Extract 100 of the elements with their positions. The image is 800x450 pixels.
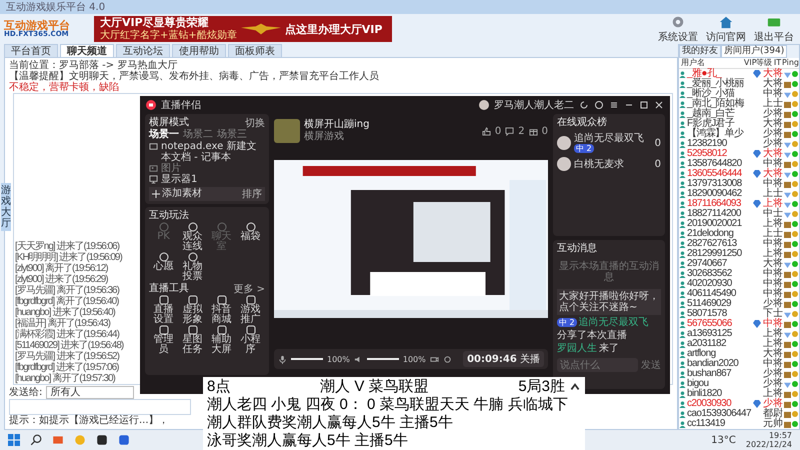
user-name[interactable]: 28129991250: [687, 249, 752, 259]
recipient-dropdown[interactable]: 所有人: [46, 386, 134, 398]
user-name[interactable]: 【鸿霖】单少: [687, 129, 752, 139]
tool-button[interactable]: 直播设置: [149, 295, 178, 325]
circle-outline-icon: [158, 252, 168, 262]
user-name[interactable]: cao1539306447: [687, 409, 752, 419]
tool-button[interactable]: 星图任务: [178, 325, 207, 355]
settings-icon[interactable]: [442, 354, 452, 364]
user-name[interactable]: bigou: [687, 379, 752, 389]
user-name[interactable]: _爱丽_小桃丽: [687, 79, 752, 89]
message-input[interactable]: [9, 399, 191, 415]
user-name[interactable]: binli1820: [687, 389, 752, 399]
scene-tab[interactable]: 场景三: [217, 129, 247, 141]
user-name[interactable]: 2827627613: [687, 239, 752, 249]
microphone-icon[interactable]: [278, 354, 287, 364]
user-name[interactable]: _南北_陌如梅: [687, 99, 752, 109]
user-name[interactable]: F影虎J君子: [687, 119, 752, 129]
toolbar-button[interactable]: 访问官网: [704, 14, 748, 44]
viewer-name[interactable]: 白桃无麦求: [574, 158, 624, 170]
nav-tab[interactable]: 平台首页: [4, 44, 58, 57]
user-name[interactable]: cc113419: [687, 419, 752, 429]
source-item[interactable]: 显示器1: [161, 174, 198, 185]
tool-button[interactable]: 游戏推广: [236, 295, 265, 325]
add-source-button[interactable]: 添加素材: [152, 188, 202, 200]
tool-button[interactable]: 管理员: [149, 325, 178, 355]
vip-banner[interactable]: 大厅VIP尽显尊贵荣耀 大厅红字名字+蓝钻+酷炫勋章 点这里办理大厅VIP: [94, 16, 392, 42]
account-name[interactable]: 罗马潮人潮人老二: [494, 98, 574, 112]
user-rank: 上士: [763, 99, 783, 109]
viewer-name[interactable]: 追尚无尽最双飞: [574, 133, 644, 144]
user-name[interactable]: 18827114200: [687, 209, 752, 219]
event-user[interactable]: 追尚无尽最双飞: [578, 317, 649, 328]
user-name[interactable]: 13797313008: [687, 179, 752, 189]
menu-icon[interactable]: [609, 100, 619, 110]
caret-up-icon[interactable]: [569, 381, 581, 393]
scene-tab[interactable]: 场景二: [183, 129, 213, 141]
user-name[interactable]: 511469029: [687, 299, 752, 309]
side-tab[interactable]: 游戏大厅: [1, 183, 11, 231]
user-list-tab[interactable]: 房间用户(394): [721, 45, 788, 58]
help-icon[interactable]: [594, 100, 604, 110]
user-name[interactable]: 4061145490: [687, 289, 752, 299]
more-link[interactable]: 更多 >: [233, 284, 265, 294]
user-name[interactable]: 13587644820: [687, 159, 752, 169]
user-name[interactable]: _晰沙_小猫: [687, 89, 752, 99]
user-name[interactable]: a2031182: [687, 339, 752, 349]
user-name[interactable]: _雅●孔_: [687, 69, 752, 79]
comment-input[interactable]: 说点什么: [557, 358, 638, 372]
avatar-circle[interactable]: [479, 100, 489, 110]
camera-icon[interactable]: [430, 354, 439, 364]
tool-button[interactable]: 抖音商城: [207, 295, 236, 325]
tool-button[interactable]: 小程序: [236, 325, 265, 355]
maximize-icon[interactable]: [639, 100, 649, 110]
toolbar-button[interactable]: 系统设置: [656, 14, 700, 44]
nav-tab[interactable]: 面板师表: [228, 44, 282, 57]
switch-button[interactable]: 切换: [245, 118, 265, 128]
feature-button[interactable]: 心愿: [149, 252, 178, 282]
nav-tab[interactable]: 聊天频道: [60, 44, 114, 57]
user-name[interactable]: 302683562: [687, 269, 752, 279]
user-figure-icon: [679, 210, 686, 218]
user-name[interactable]: 58071578: [687, 309, 752, 319]
user-name[interactable]: 12382190: [687, 139, 752, 149]
user-name[interactable]: bandian2020: [687, 359, 752, 369]
search-icon[interactable]: [30, 434, 42, 446]
sort-button[interactable]: 排序: [242, 188, 262, 200]
user-name[interactable]: bushan867: [687, 369, 752, 379]
tool-button[interactable]: 虚拟形象: [178, 295, 207, 325]
event-user[interactable]: 罗园人生: [557, 343, 597, 354]
user-list-tab[interactable]: 我的好友: [679, 45, 721, 58]
app-square-icon[interactable]: [96, 434, 108, 446]
thumbs-up-icon: [482, 126, 491, 136]
feature-button[interactable]: 福袋: [236, 222, 265, 252]
windows-logo-icon[interactable]: [8, 434, 20, 446]
chat-log-line: [511469029] 进来了(19:56:48): [15, 340, 124, 351]
user-name[interactable]: a13693125: [687, 329, 752, 339]
user-name[interactable]: artflong: [687, 349, 752, 359]
feature-button[interactable]: 礼物投票: [178, 252, 207, 282]
user-name[interactable]: 18711664093: [687, 199, 752, 209]
toolbar-button[interactable]: 退出平台: [752, 14, 796, 44]
feature-button[interactable]: 观众连线: [178, 222, 207, 252]
source-item[interactable]: 图片: [161, 163, 181, 174]
user-name[interactable]: 13605546444: [687, 169, 752, 179]
stop-live-button[interactable]: 00:09:46 关播: [463, 351, 544, 367]
user-name[interactable]: 52958012: [687, 149, 752, 159]
nav-tab[interactable]: 使用帮助: [172, 44, 226, 57]
user-name[interactable]: 18290090462: [687, 189, 752, 199]
chat-log-line: [天天罗ng] 进来了(19:56:06): [15, 241, 120, 252]
vip-diamond-icon: [753, 200, 761, 208]
tool-button[interactable]: 辅助大屏: [207, 325, 236, 355]
close-icon[interactable]: [654, 100, 664, 110]
column-header: IT: [774, 58, 782, 68]
user-name[interactable]: _越南_白芒: [687, 109, 752, 119]
scene-tab[interactable]: 场景一: [149, 129, 179, 141]
user-name[interactable]: c20030930: [687, 399, 752, 409]
nav-tab[interactable]: 互动论坛: [116, 44, 170, 57]
user-name[interactable]: 21delodong: [687, 229, 752, 239]
user-name[interactable]: 29740667: [687, 259, 752, 269]
source-item[interactable]: notepad.exe 新建文本文档 - 记事本: [161, 141, 265, 163]
user-name[interactable]: 567655066: [687, 319, 752, 329]
user-name[interactable]: 20190020021: [687, 219, 752, 229]
user-name[interactable]: 402020930: [687, 279, 752, 289]
refresh-icon[interactable]: [579, 100, 589, 110]
